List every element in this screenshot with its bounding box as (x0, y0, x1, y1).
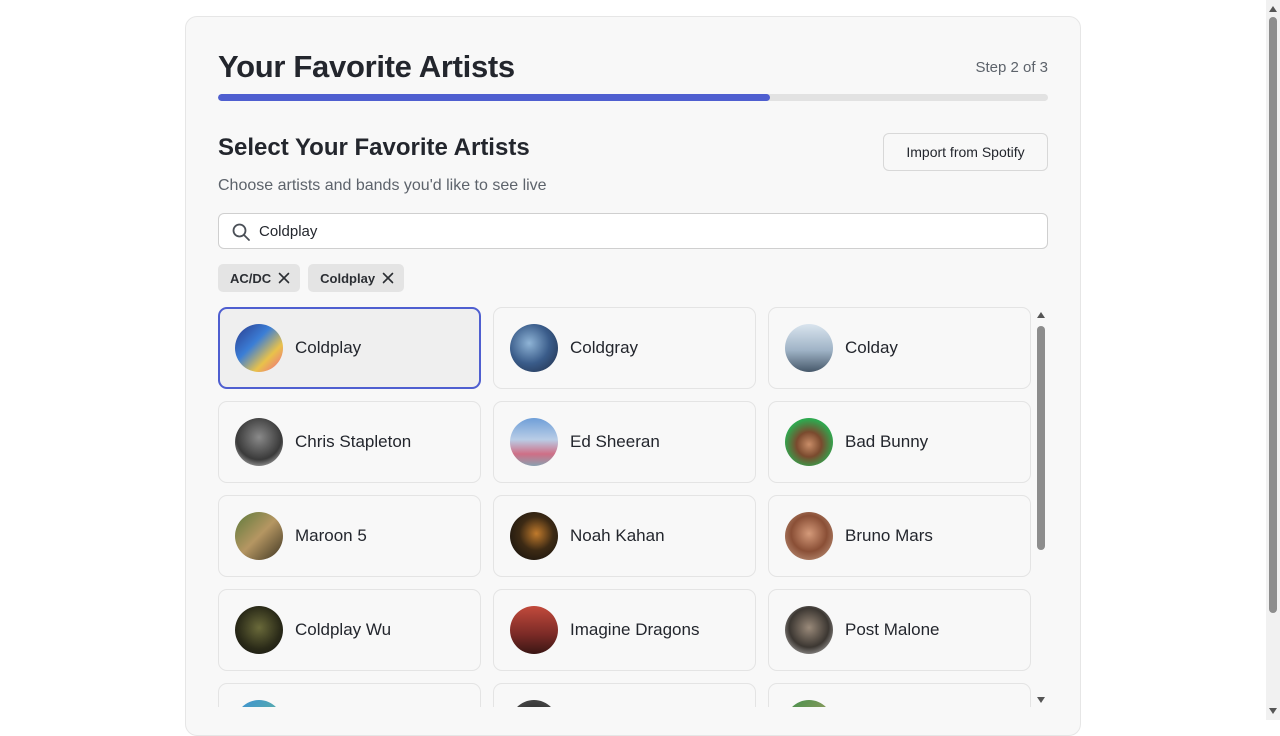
artist-card[interactable]: Post Malone (768, 589, 1031, 671)
section-subtitle: Choose artists and bands you'd like to s… (218, 177, 547, 194)
scroll-down-arrow-icon[interactable] (1037, 697, 1045, 703)
progress-bar (218, 94, 1048, 101)
chip-label: Coldplay (320, 270, 376, 286)
import-from-spotify-button[interactable]: Import from Spotify (883, 133, 1048, 171)
artist-avatar (510, 418, 558, 466)
artist-name: Chris Stapleton (295, 432, 412, 451)
search-input[interactable] (259, 214, 1039, 248)
artist-avatar (235, 700, 283, 707)
artist-avatar (785, 418, 833, 466)
page-scroll-up-icon[interactable] (1269, 6, 1277, 12)
artist-card[interactable] (218, 683, 481, 707)
artist-card[interactable]: Maroon 5 (218, 495, 481, 577)
results-scrollbar[interactable] (1034, 307, 1048, 707)
remove-chip-close-icon[interactable] (382, 272, 394, 284)
chip-label: AC/DC (230, 270, 272, 286)
page-scrollbar-thumb[interactable] (1269, 17, 1277, 613)
artist-avatar (510, 606, 558, 654)
page-scroll-down-icon[interactable] (1269, 708, 1277, 714)
artist-card[interactable]: Coldplay (218, 307, 481, 389)
remove-chip-close-icon[interactable] (278, 272, 290, 284)
artist-avatar (235, 512, 283, 560)
artist-card[interactable]: Bad Bunny (768, 401, 1031, 483)
artist-name: Coldplay Wu (295, 620, 392, 639)
artist-card[interactable] (493, 683, 756, 707)
artist-avatar (235, 324, 283, 372)
artist-results: Coldplay Coldgray Colday Chris Stapleton Ed … (218, 307, 1048, 707)
artist-card[interactable]: Chris Stapleton (218, 401, 481, 483)
artist-card[interactable]: Colday (768, 307, 1031, 389)
selected-chip: Coldplay (308, 264, 405, 292)
artist-card[interactable]: Coldplay Wu (218, 589, 481, 671)
artist-avatar (235, 606, 283, 654)
artist-name: Maroon 5 (295, 526, 367, 545)
step-indicator: Step 2 of 3 (975, 59, 1048, 76)
section-title: Select Your Favorite Artists (218, 134, 530, 161)
artist-name: Noah Kahan (570, 526, 665, 545)
artist-card[interactable] (768, 683, 1031, 707)
artist-name: Coldgray (570, 338, 639, 357)
page-scrollbar[interactable] (1266, 0, 1280, 720)
artist-avatar (235, 418, 283, 466)
artist-avatar (785, 700, 833, 707)
artist-name: Coldplay (295, 338, 362, 357)
artist-name: Bruno Mars (845, 526, 933, 545)
search-icon (232, 223, 250, 241)
progress-fill (218, 94, 770, 101)
artist-avatar (785, 606, 833, 654)
artist-card[interactable]: Bruno Mars (768, 495, 1031, 577)
artist-name: Post Malone (845, 620, 940, 639)
artist-name: Ed Sheeran (570, 432, 660, 451)
artist-name: Colday (845, 338, 898, 357)
artist-name: Bad Bunny (845, 432, 929, 451)
scroll-up-arrow-icon[interactable] (1037, 312, 1045, 318)
artist-avatar (785, 324, 833, 372)
artist-grid: Coldplay Coldgray Colday Chris Stapleton Ed … (218, 307, 1032, 707)
scrollbar-thumb[interactable] (1037, 326, 1045, 550)
search-box (218, 213, 1048, 249)
header: Your Favorite Artists Step 2 of 3 (218, 49, 1048, 89)
artist-avatar (510, 512, 558, 560)
artist-avatar (510, 324, 558, 372)
onboarding-card: Your Favorite Artists Step 2 of 3 Select… (185, 16, 1081, 736)
selected-chip: AC/DC (218, 264, 301, 292)
artist-avatar (785, 512, 833, 560)
artist-avatar (510, 700, 558, 707)
artist-card[interactable]: Ed Sheeran (493, 401, 756, 483)
page-title: Your Favorite Artists (218, 49, 515, 84)
artist-card[interactable]: Coldgray (493, 307, 756, 389)
artist-card[interactable]: Noah Kahan (493, 495, 756, 577)
artist-name: Imagine Dragons (570, 620, 700, 639)
selected-artists-chips: AC/DC Coldplay (218, 264, 405, 292)
artist-card[interactable]: Imagine Dragons (493, 589, 756, 671)
